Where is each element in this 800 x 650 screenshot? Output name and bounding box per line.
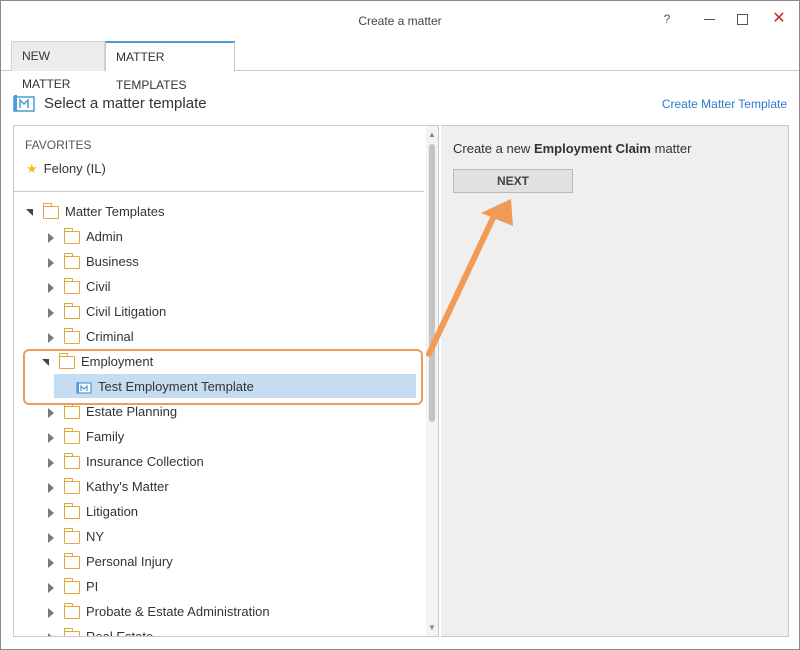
create-matter-dialog: Create a matter ? ✕ NEW MATTER MATTER TE… [0,0,800,650]
favorite-item-label: Felony (IL) [43,161,106,176]
collapsed-arrow-icon[interactable] [48,607,54,618]
header-bar: Select a matter template Create Matter T… [1,71,799,125]
folder-icon [63,228,80,245]
minimize-button[interactable] [698,9,720,29]
tab-new-matter[interactable]: NEW MATTER [11,41,105,91]
tree-folder-civil-litigation[interactable]: Civil Litigation [46,299,166,324]
help-button[interactable]: ? [656,9,678,29]
folder-icon [63,553,80,570]
tree-folder-family[interactable]: Family [46,424,124,449]
tree-scrollbar[interactable]: ▲ ▼ [426,126,438,636]
tree-root-matter-templates[interactable]: Matter Templates [26,199,164,224]
collapsed-arrow-icon[interactable] [48,582,54,593]
details-panel: Create a new Employment Claim matter NEX… [441,125,789,637]
tree-folder-label: Estate Planning [86,404,178,419]
expanded-arrow-icon[interactable] [26,209,33,217]
star-icon: ★ [26,161,38,176]
tree-folder-label: PI [86,579,99,594]
tree-folder-kathys-matter[interactable]: Kathy's Matter [46,474,169,499]
folder-icon [63,628,80,636]
folder-icon [63,578,80,595]
tree-folder-label: Probate & Estate Administration [86,604,270,619]
close-button[interactable]: ✕ [768,9,790,29]
collapsed-arrow-icon[interactable] [48,257,54,268]
tree-folder-label: Insurance Collection [86,454,204,469]
tree-folder-label: Civil Litigation [86,304,167,319]
tree-folder-label: Admin [86,229,123,244]
maximize-icon [736,14,748,26]
folder-icon [63,478,80,495]
folder-icon [63,528,80,545]
collapsed-arrow-icon[interactable] [48,632,54,636]
tree-folder-criminal[interactable]: Criminal [46,324,134,349]
page-heading: Select a matter template [44,95,207,112]
tree-folder-label: Business [86,254,139,269]
tree-folder-pi[interactable]: PI [46,574,98,599]
divider [14,191,424,192]
tree-folder-label: Litigation [86,504,139,519]
employment-highlight-annotation [23,349,423,405]
folder-icon [63,278,80,295]
tree-root-label: Matter Templates [65,204,165,219]
folder-icon [63,303,80,320]
tree-folder-label: Kathy's Matter [86,479,169,494]
tree-folder-label: NY [86,529,105,544]
collapsed-arrow-icon[interactable] [48,557,54,568]
tree-folder-civil[interactable]: Civil [46,274,111,299]
tree-folder-admin[interactable]: Admin [46,224,123,249]
tree-folder-real-estate[interactable]: Real Estate [46,624,154,637]
collapsed-arrow-icon[interactable] [48,332,54,343]
favorite-item[interactable]: ★ Felony (IL) [26,161,106,181]
collapsed-arrow-icon[interactable] [48,482,54,493]
folder-icon [63,453,80,470]
collapsed-arrow-icon[interactable] [48,532,54,543]
tree-folder-label: Real Estate [86,629,154,637]
window-title: Create a matter [358,14,442,28]
minimize-icon [703,19,715,21]
next-button[interactable]: NEXT [453,169,573,193]
tree-folder-label: Personal Injury [86,554,173,569]
tree-folder-probate[interactable]: Probate & Estate Administration [46,599,270,624]
scrollbar-thumb[interactable] [429,144,435,422]
tree-folder-insurance-collection[interactable]: Insurance Collection [46,449,204,474]
create-matter-description: Create a new Employment Claim matter [453,141,691,156]
tab-matter-templates[interactable]: MATTER TEMPLATES [105,41,235,92]
description-suffix: matter [654,141,692,156]
folder-icon [63,328,80,345]
tree-folder-business[interactable]: Business [46,249,139,274]
collapsed-arrow-icon[interactable] [48,432,54,443]
tree-folder-label: Civil [86,279,111,294]
maximize-button[interactable] [731,9,753,29]
title-bar: Create a matter ? ✕ [1,1,799,37]
matter-template-icon [13,95,35,112]
folder-icon [63,403,80,420]
tree-folder-personal-injury[interactable]: Personal Injury [46,549,173,574]
collapsed-arrow-icon[interactable] [48,457,54,468]
tab-bar: NEW MATTER MATTER TEMPLATES [1,37,799,92]
scroll-down-icon[interactable]: ▼ [428,623,436,632]
tree-folder-label: Criminal [86,329,134,344]
collapsed-arrow-icon[interactable] [48,307,54,318]
create-matter-template-link[interactable]: Create Matter Template [662,97,787,111]
collapsed-arrow-icon[interactable] [48,407,54,418]
collapsed-arrow-icon[interactable] [48,282,54,293]
tree-folder-ny[interactable]: NY [46,524,104,549]
collapsed-arrow-icon[interactable] [48,507,54,518]
folder-icon [42,203,59,220]
folder-icon [63,603,80,620]
favorites-header: FAVORITES [25,138,92,152]
folder-icon [63,428,80,445]
tree-folder-label: Family [86,429,125,444]
scroll-up-icon[interactable]: ▲ [428,130,436,139]
folder-icon [63,503,80,520]
folder-icon [63,253,80,270]
tree-folder-litigation[interactable]: Litigation [46,499,138,524]
collapsed-arrow-icon[interactable] [48,232,54,243]
matter-type-name: Employment Claim [533,141,651,156]
description-prefix: Create a new [453,141,531,156]
